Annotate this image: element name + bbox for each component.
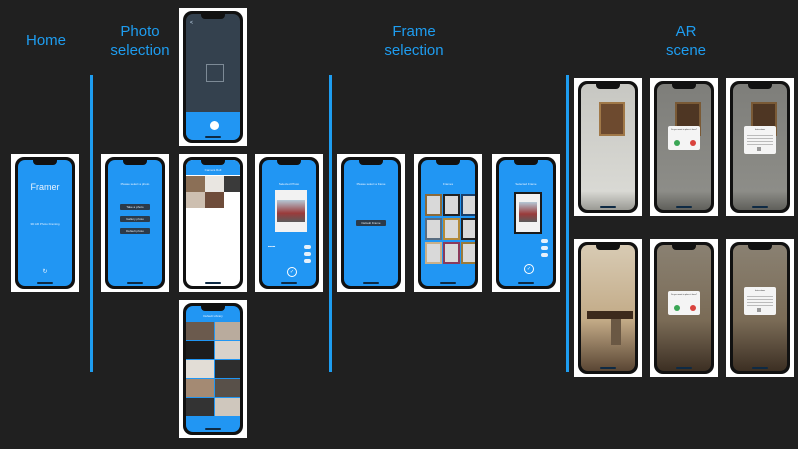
ar-scene-room [574,239,642,377]
frame-list-title: Frames [442,182,454,186]
frame-list-screen: Frames [414,154,482,292]
option-label: ■■■■■■ [268,246,276,248]
take-photo-button[interactable]: Take a photo [119,204,151,210]
framed-photo-preview [514,192,542,234]
library-photo[interactable] [186,360,214,378]
library-photo[interactable] [215,398,240,416]
selected-photo-screen: Selected Photo ■■■■■■ ✓ [255,154,323,292]
home-screen: Framer 3D AR Photo Framing ↻ [11,154,79,292]
option-toggle[interactable] [304,259,311,263]
frame-option[interactable] [461,218,475,240]
roll-photo[interactable] [205,176,224,192]
photo-options-screen: Please select a photo Take a photo Galle… [101,154,169,292]
option-toggle[interactable] [541,253,548,257]
frame-option[interactable] [443,218,460,240]
room-chair [611,319,621,345]
app-subtitle: 3D AR Photo Framing [30,222,60,226]
ar-scene-wall-instructions: Instructions [726,78,794,216]
default-library-title: Default Library [203,314,223,318]
frame-option[interactable] [425,194,442,216]
section-title-ar-scene: AR scene [665,23,707,59]
loading-icon: ↻ [42,269,48,275]
option-toggle[interactable] [304,252,311,256]
library-photo[interactable] [215,379,240,397]
frame-prompt-title: Please select a frame [356,182,386,186]
option-toggle[interactable] [541,239,548,243]
section-title-home: Home [25,32,66,49]
confirm-check-icon[interactable]: ✓ [287,267,297,277]
divider-home-photo [90,75,93,372]
roll-photo[interactable] [224,176,240,192]
ar-scene-wall [574,78,642,216]
default-photo-button[interactable]: Default photo [119,228,151,234]
selected-frame-screen: Selected Frame ✓ [492,154,560,292]
instructions-dialog: Instructions [743,287,777,315]
selected-frame-title: Selected Frame [515,182,537,186]
divider-frame-ar [566,75,569,372]
accept-button[interactable] [673,140,680,146]
dialog-title: Do you want to place it here? [671,129,697,131]
reject-button[interactable] [689,305,696,311]
divider-photo-frame [329,75,332,372]
library-photo[interactable] [186,398,214,416]
dialog-text-lines [746,296,774,306]
dialog-text-lines [746,135,774,145]
roll-photo[interactable] [186,192,205,208]
library-photo[interactable] [215,322,240,340]
camera-roll-screen: Camera Roll [179,154,247,292]
back-icon[interactable]: < [190,20,193,26]
selected-photo-title: Selected Photo [278,182,300,186]
default-library-screen: Default Library [179,300,247,438]
frame-option[interactable] [461,242,475,264]
confirm-place-dialog: Do you want to place it here? [667,126,701,150]
frame-option[interactable] [461,194,475,216]
library-photo[interactable] [215,360,240,378]
dismiss-button[interactable] [756,147,761,151]
instructions-dialog: Instructions [743,126,777,154]
ar-scene-room-confirm: Do you want to place it here? [650,239,718,377]
ar-scene-wall-confirm: Do you want to place it here? [650,78,718,216]
gallery-photo-button[interactable]: Gallery photo [119,216,151,222]
library-photo[interactable] [215,341,240,359]
confirm-place-dialog: Do you want to place it here? [667,291,701,315]
dismiss-button[interactable] [756,308,761,312]
reject-button[interactable] [689,140,696,146]
frame-option[interactable] [443,242,460,264]
section-title-frame-selection: Frame selection [384,23,444,59]
roll-photo[interactable] [205,192,224,208]
library-photo[interactable] [186,341,214,359]
camera-screen: < [179,8,247,146]
selected-photo-image [275,190,307,232]
library-photo[interactable] [186,379,214,397]
frame-option[interactable] [425,242,442,264]
camera-focus-square [206,64,224,82]
confirm-check-icon[interactable]: ✓ [524,264,534,274]
frame-option[interactable] [425,218,442,240]
section-title-photo-selection: Photo selection [110,23,170,59]
dialog-title: Do you want to place it here? [671,294,697,296]
roll-photo[interactable] [186,176,205,192]
frame-option[interactable] [443,194,460,216]
room-table [587,311,633,319]
dialog-title: Instructions [754,129,766,131]
shutter-button[interactable] [210,121,219,130]
accept-button[interactable] [673,305,680,311]
library-photo[interactable] [186,322,214,340]
default-frame-button[interactable]: Default Frame [355,220,387,226]
ar-framed-picture[interactable] [599,102,625,136]
frame-prompt-screen: Please select a frame Default Frame [337,154,405,292]
camera-roll-title: Camera Roll [204,168,222,172]
app-title: Framer [30,182,60,192]
dialog-title: Instructions [754,290,766,292]
ar-scene-room-instructions: Instructions [726,239,794,377]
photo-options-title: Please select a photo [120,182,150,186]
option-toggle[interactable] [304,245,311,249]
option-toggle[interactable] [541,246,548,250]
